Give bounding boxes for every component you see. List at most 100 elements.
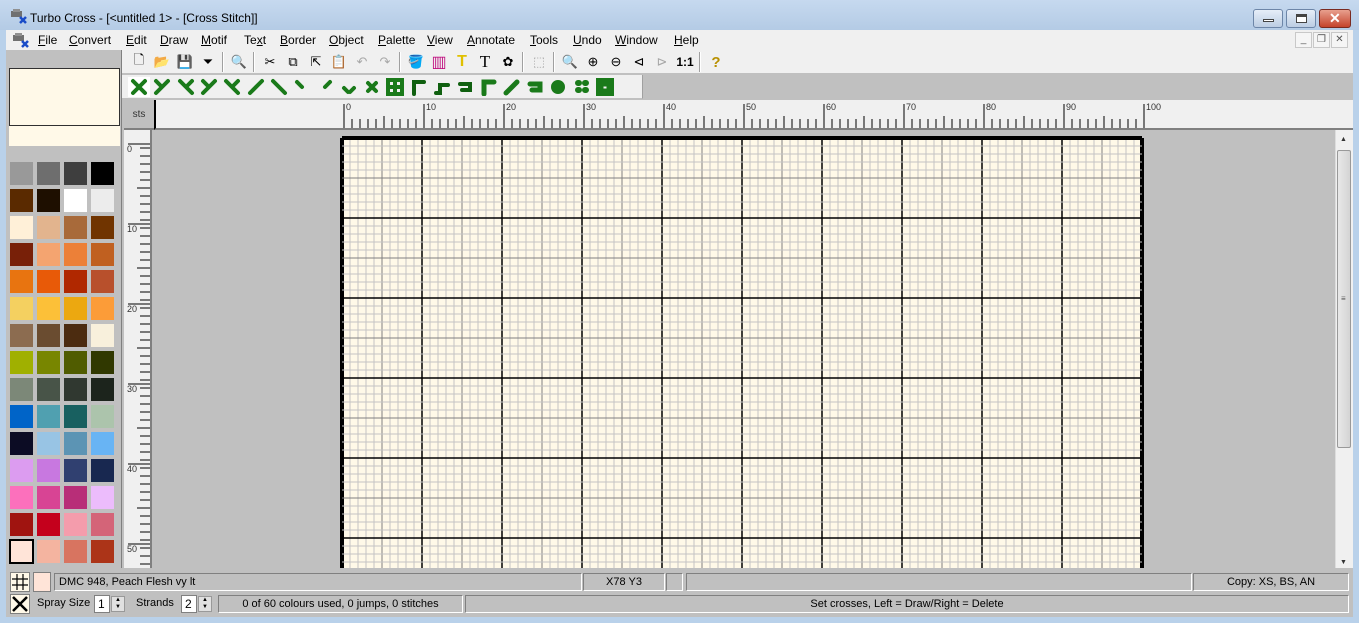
scroll-down-arrow[interactable]: ▼: [1340, 559, 1347, 566]
stitch-canvas[interactable]: [154, 130, 1333, 568]
palette-swatch[interactable]: [37, 432, 60, 455]
menu-annotate[interactable]: Annotate: [467, 33, 515, 47]
backstitch-step-button[interactable]: [431, 77, 453, 97]
color-bars-button[interactable]: ▥: [428, 52, 450, 72]
palette-swatch[interactable]: [64, 270, 87, 293]
new-button[interactable]: 🗋: [128, 52, 150, 72]
zoom-back-button[interactable]: ⊲: [628, 52, 650, 72]
palette-swatch[interactable]: [91, 405, 114, 428]
palette-swatch[interactable]: [37, 324, 60, 347]
palette-swatch[interactable]: [91, 216, 114, 239]
three-quarter-br-button[interactable]: [221, 77, 243, 97]
palette-swatch[interactable]: [10, 270, 33, 293]
thick-corner-button[interactable]: [478, 77, 500, 97]
palette-swatch[interactable]: [91, 459, 114, 482]
palette-swatch[interactable]: [91, 540, 114, 563]
palette-swatch[interactable]: [10, 351, 33, 374]
french-knot-button[interactable]: [547, 77, 569, 97]
palette-swatch[interactable]: [64, 243, 87, 266]
four-dots-button[interactable]: [571, 77, 593, 97]
fill-button[interactable]: 🪣: [405, 52, 427, 72]
palette-swatch[interactable]: [91, 378, 114, 401]
palette-swatch[interactable]: [10, 189, 33, 212]
menu-object[interactable]: Object: [329, 33, 364, 47]
quarter-tr-button[interactable]: [314, 77, 336, 97]
zoom-button[interactable]: 🔍: [559, 52, 581, 72]
palette-swatch[interactable]: [10, 378, 33, 401]
pattern-preview[interactable]: [9, 68, 120, 126]
palette-swatch[interactable]: [10, 162, 33, 185]
menu-convert[interactable]: Convert: [69, 33, 111, 47]
scroll-thumb[interactable]: ≡: [1337, 150, 1351, 448]
half-cross-tl-button[interactable]: [175, 77, 197, 97]
mdi-close-button[interactable]: ✕: [1331, 32, 1348, 48]
palette-swatch[interactable]: [91, 243, 114, 266]
palette-swatch[interactable]: [91, 486, 114, 509]
vertical-scrollbar[interactable]: ▲ ≡ ▼: [1335, 130, 1353, 568]
strands-spinner[interactable]: ▲ ▼: [198, 596, 212, 612]
maximize-button[interactable]: [1286, 9, 1316, 28]
quarter-tl-button[interactable]: [291, 77, 313, 97]
menu-help[interactable]: Help: [674, 33, 699, 47]
current-color-swatch[interactable]: [33, 572, 51, 592]
mdi-restore-button[interactable]: ❐: [1313, 32, 1330, 48]
palette-swatch[interactable]: [64, 405, 87, 428]
palette-swatch[interactable]: [37, 540, 60, 563]
palette-swatch[interactable]: [37, 351, 60, 374]
half-stitch-down-button[interactable]: [268, 77, 290, 97]
backstitch-corner-button[interactable]: [408, 77, 430, 97]
palette-swatch[interactable]: [91, 270, 114, 293]
save-button[interactable]: 💾: [174, 52, 196, 72]
palette-swatch[interactable]: [64, 513, 87, 536]
quarter-pair-button[interactable]: [338, 77, 360, 97]
undo-button[interactable]: ↶: [351, 52, 373, 72]
palette-swatch[interactable]: [37, 378, 60, 401]
petite-cross-button[interactable]: [361, 77, 383, 97]
palette-swatch[interactable]: [64, 216, 87, 239]
cross-stitch-mode-icon[interactable]: [10, 594, 30, 614]
stitch-grid[interactable]: [154, 130, 1333, 568]
thick-step-button[interactable]: [501, 77, 523, 97]
palette-swatch[interactable]: [64, 459, 87, 482]
palette-swatch[interactable]: [64, 351, 87, 374]
spray-size-spinner[interactable]: ▲ ▼: [111, 596, 125, 612]
palette-swatch[interactable]: [37, 216, 60, 239]
copy-to-button[interactable]: ⇱: [305, 52, 327, 72]
zoom-fwd-button[interactable]: ⊳: [651, 52, 673, 72]
text-button[interactable]: T: [474, 52, 496, 72]
menu-palette[interactable]: Palette: [378, 33, 415, 47]
funnel-button[interactable]: ⏷: [197, 52, 219, 72]
backstitch-loop-button[interactable]: [454, 77, 476, 97]
copy-button[interactable]: ⧉: [282, 52, 304, 72]
palette-swatch[interactable]: [10, 513, 33, 536]
palette-swatch[interactable]: [64, 486, 87, 509]
cut-button[interactable]: ✂: [259, 52, 281, 72]
minimize-button[interactable]: [1253, 9, 1283, 28]
menu-file[interactable]: File: [38, 33, 57, 47]
close-button[interactable]: ✕: [1319, 9, 1351, 28]
palette-swatch[interactable]: [91, 351, 114, 374]
spray-size-input[interactable]: 1: [94, 595, 110, 613]
paste-button[interactable]: 📋: [328, 52, 350, 72]
menu-border[interactable]: Border: [280, 33, 316, 47]
palette-swatch[interactable]: [91, 324, 114, 347]
help-button[interactable]: ?: [705, 52, 727, 72]
thick-loop-button[interactable]: [524, 77, 546, 97]
palette-swatch[interactable]: [10, 459, 33, 482]
palette-swatch[interactable]: [64, 297, 87, 320]
menu-motif[interactable]: Motif: [201, 33, 227, 47]
open-button[interactable]: 📂: [151, 52, 173, 72]
mdi-minimize-button[interactable]: _: [1295, 32, 1312, 48]
menu-draw[interactable]: Draw: [160, 33, 188, 47]
redo-button[interactable]: ↷: [374, 52, 396, 72]
palette-swatch[interactable]: [10, 405, 33, 428]
palette-swatch[interactable]: [37, 513, 60, 536]
select-rect-button[interactable]: ⬚: [528, 52, 550, 72]
menu-window[interactable]: Window: [615, 33, 658, 47]
full-cross-button[interactable]: [128, 77, 150, 97]
palette-swatch[interactable]: [91, 189, 114, 212]
grid-toggle-icon[interactable]: [10, 572, 30, 592]
cross-box-button[interactable]: [384, 77, 406, 97]
palette-swatch[interactable]: [37, 270, 60, 293]
palette-swatch[interactable]: [37, 405, 60, 428]
